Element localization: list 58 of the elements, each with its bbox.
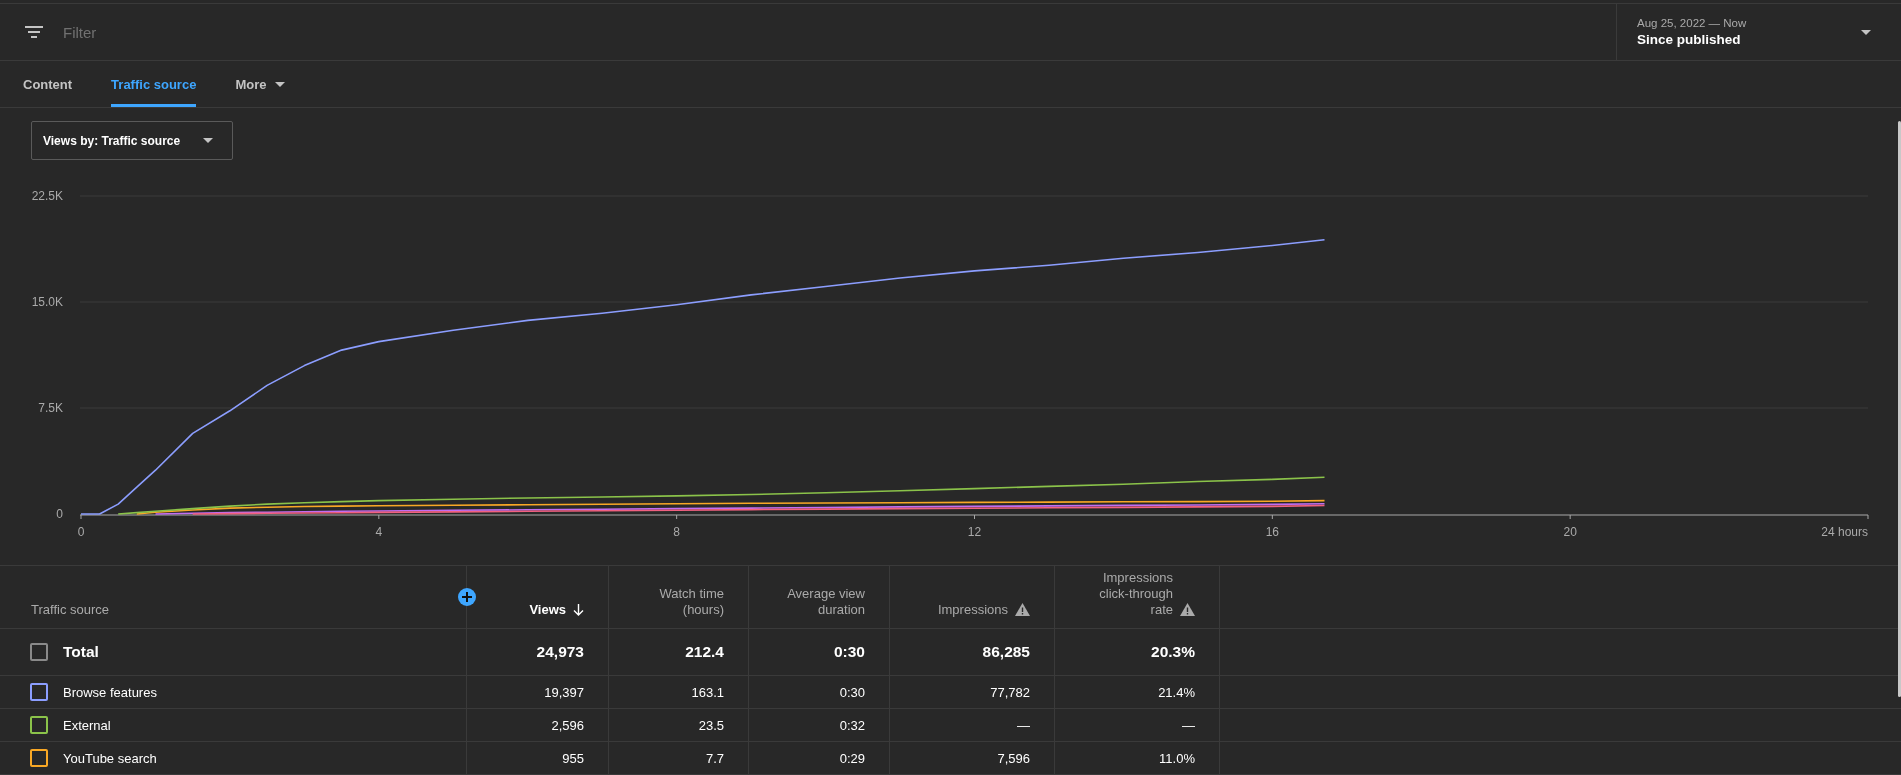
scrollbar-thumb[interactable]	[1898, 121, 1901, 697]
x-axis-label: 4	[375, 525, 383, 539]
row-label: YouTube search	[63, 750, 157, 766]
table-cell: 0:30	[839, 684, 865, 700]
caret-icon	[203, 138, 213, 143]
column-header[interactable]: Traffic source	[31, 602, 110, 618]
y-axis-label: 7.5K	[38, 401, 63, 415]
tab[interactable]: Content	[23, 61, 73, 107]
table-cell: 212.4	[685, 643, 724, 661]
x-axis-label: 8	[673, 525, 680, 539]
table-cell: 23.5	[698, 717, 724, 733]
y-axis-label: 15.0K	[31, 295, 63, 309]
checkbox[interactable]	[30, 716, 48, 734]
table-cell: 21.4%	[1158, 684, 1195, 700]
column-header[interactable]: Average view duration	[783, 586, 865, 618]
filter-field[interactable]: Filter	[63, 21, 463, 43]
table-cell: —	[1017, 717, 1030, 733]
x-axis-label: 24 hours	[1821, 525, 1868, 539]
table-cell: 86,285	[982, 643, 1030, 661]
metric-dropdown[interactable]: Views by: Traffic source	[31, 121, 233, 160]
x-axis-label: 20	[1563, 525, 1577, 539]
table-cell: 24,973	[536, 643, 584, 661]
tab[interactable]: Traffic source	[111, 61, 197, 107]
x-axis-label: 16	[1265, 525, 1279, 539]
row-label: Total	[63, 643, 99, 661]
x-axis-label: 0	[77, 525, 85, 539]
table-cell: 163.1	[691, 684, 724, 700]
y-axis-label: 0	[56, 507, 63, 521]
arrow-down-icon[interactable]	[573, 604, 584, 616]
table-cell: 19,397	[544, 684, 584, 700]
plus-icon[interactable]	[458, 588, 476, 606]
table-cell: 20.3%	[1151, 643, 1195, 661]
row-label: Browse features	[63, 684, 157, 700]
column-header[interactable]: Impressions click-through rate	[1093, 570, 1173, 618]
table-cell: 77,782	[990, 684, 1030, 700]
row-label: External	[63, 717, 111, 733]
table-cell: 955	[562, 750, 584, 766]
table-cell: —	[1182, 717, 1195, 733]
checkbox[interactable]	[30, 683, 48, 701]
table-cell: 0:32	[839, 717, 865, 733]
column-header[interactable]: Watch time (hours)	[654, 586, 724, 618]
caret-icon	[275, 81, 286, 87]
table-cell: 7,596	[997, 750, 1030, 766]
x-axis-label: 12	[967, 525, 982, 539]
table-cell: 11.0%	[1159, 750, 1195, 766]
filter-icon[interactable]	[25, 26, 43, 38]
tab[interactable]: More	[235, 61, 286, 107]
table-cell: 7.7	[705, 750, 724, 766]
column-header[interactable]: Views	[529, 602, 566, 618]
checkbox[interactable]	[30, 749, 48, 767]
date-range-dropdown[interactable]: Aug 25, 2022 — Now Since published	[1616, 4, 1901, 60]
table-cell: 2,596	[551, 717, 584, 733]
y-axis-label: 22.5K	[31, 189, 63, 203]
checkbox[interactable]	[30, 643, 48, 661]
table-cell: 0:29	[839, 750, 865, 766]
column-header[interactable]: Impressions	[937, 602, 1008, 618]
caret-icon	[1861, 29, 1871, 35]
table-cell: 0:30	[833, 643, 865, 661]
